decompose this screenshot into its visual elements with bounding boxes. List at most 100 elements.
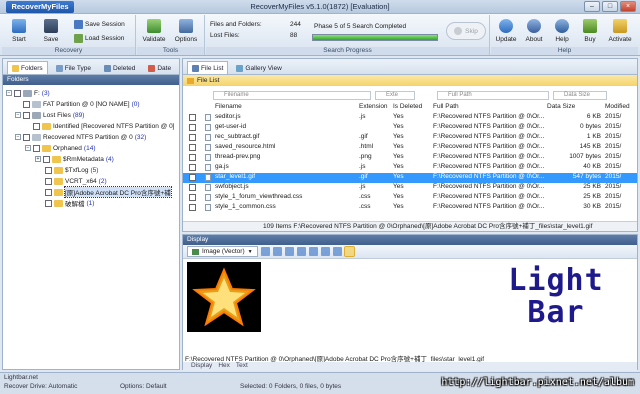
table-row[interactable]: style_1_forum_viewthread.css .css Yes F:\Re… xyxy=(183,193,637,203)
tree-checkbox[interactable] xyxy=(43,155,50,163)
tree-checkbox[interactable] xyxy=(45,177,52,185)
activate-button[interactable]: Activate xyxy=(605,17,635,47)
tree-item-txflog[interactable]: $TxfLog (5) xyxy=(45,165,98,175)
tree-item-identified[interactable]: Identified [Recovered NTFS Partition @ 0… xyxy=(33,121,175,131)
collapse-icon[interactable]: − xyxy=(15,134,21,140)
tree-item-orphaned[interactable]: − Orphaned (14) xyxy=(25,143,95,153)
about-button[interactable]: About xyxy=(521,17,547,47)
table-row[interactable]: swfobject.js .js Yes F:\Recovered NTFS Part… xyxy=(183,183,637,193)
tab-text[interactable]: Text xyxy=(236,362,248,371)
rotate-right-icon[interactable] xyxy=(308,247,318,256)
zoom-fit-icon[interactable] xyxy=(284,247,294,256)
row-checkbox[interactable] xyxy=(189,194,196,201)
tree-label: Orphaned xyxy=(53,144,82,152)
load-session-label: Load Session xyxy=(85,35,125,42)
tree-item-rmmetadata[interactable]: + $RmMetadata (4) xyxy=(35,154,114,164)
tree-item-fat-partition[interactable]: FAT Partition @ 0 [NO NAME] (0) xyxy=(23,99,140,109)
tab-folders[interactable]: Folders xyxy=(7,61,48,74)
table-row[interactable]: style_1_common.css .css Yes F:\Recovered NT… xyxy=(183,203,637,213)
start-button[interactable]: Start xyxy=(6,17,32,47)
tree-checkbox[interactable] xyxy=(23,100,30,108)
tab-hex[interactable]: Hex xyxy=(218,362,230,371)
row-checkbox[interactable] xyxy=(189,114,196,121)
tab-deleted[interactable]: Deleted xyxy=(99,61,140,74)
table-row[interactable]: star_level1.gif .gif Yes F:\Recovered NTFS … xyxy=(183,173,637,183)
skip-button[interactable]: Skip xyxy=(446,22,486,40)
row-checkbox[interactable] xyxy=(189,124,196,131)
chevron-down-icon: ▼ xyxy=(247,248,253,255)
collapse-icon[interactable]: − xyxy=(15,112,21,118)
minimize-button[interactable]: – xyxy=(584,1,600,12)
collapse-icon[interactable]: − xyxy=(6,90,12,96)
view-mode-select[interactable]: Image (Vector) ▼ xyxy=(187,246,258,257)
file-icon xyxy=(205,184,211,191)
rotate-left-icon[interactable] xyxy=(296,247,306,256)
row-checkbox[interactable] xyxy=(189,164,196,171)
tree-count: (4) xyxy=(105,155,114,163)
tree-checkbox[interactable] xyxy=(45,199,52,207)
full-path-filter[interactable]: Full Path xyxy=(437,90,549,100)
file-icon xyxy=(205,144,211,151)
row-checkbox[interactable] xyxy=(189,144,196,151)
filename-filter[interactable]: Filename xyxy=(213,90,371,100)
tree-item-ntfs-partition[interactable]: − Recovered NTFS Partition @ 0 (32) xyxy=(15,132,146,142)
tab-file-list[interactable]: File List xyxy=(187,61,229,74)
zoom-out-icon[interactable] xyxy=(272,247,282,256)
buy-button[interactable]: Buy xyxy=(577,17,603,47)
tab-gallery-view[interactable]: Gallery View xyxy=(231,61,286,74)
tab-gallery-label: Gallery View xyxy=(245,64,282,72)
collapse-icon[interactable]: − xyxy=(25,145,31,151)
table-row[interactable]: ga.js .js Yes F:\Recovered NTFS Partition @… xyxy=(183,163,637,173)
tree-item-adobe-acrobat[interactable]: [原]Adobe Acrobat DC Pro含序號+補 xyxy=(45,186,172,198)
ribbon: Start Save Save Session Load Session Rec… xyxy=(0,14,640,56)
expand-icon[interactable]: + xyxy=(35,156,41,162)
tree-checkbox[interactable] xyxy=(14,89,21,97)
flip-icon[interactable] xyxy=(320,247,330,256)
tree-checkbox[interactable] xyxy=(45,166,52,174)
tree-item-drive[interactable]: − F: (3) xyxy=(6,88,50,98)
column-extension[interactable]: Extension xyxy=(359,103,388,112)
table-row[interactable]: saved_resource.html .html Yes F:\Recovered … xyxy=(183,143,637,153)
tree-checkbox[interactable] xyxy=(33,144,40,152)
tree-item-crack[interactable]: 破解檔 (1) xyxy=(45,198,94,208)
table-row[interactable]: rec_subtract.gif .gif Yes F:\Recovered NTFS… xyxy=(183,133,637,143)
move-icon[interactable] xyxy=(332,247,342,256)
column-filename[interactable]: Filename xyxy=(215,103,242,112)
actual-size-icon[interactable] xyxy=(343,246,355,257)
tab-date[interactable]: Date xyxy=(143,61,176,74)
close-button[interactable]: × xyxy=(620,1,636,12)
table-row[interactable]: get-user-id Yes F:\Recovered NTFS Partitio… xyxy=(183,123,637,133)
extension-filter[interactable]: Exte xyxy=(375,90,415,100)
tree-checkbox[interactable] xyxy=(45,188,52,196)
tab-display[interactable]: Display xyxy=(191,362,212,371)
table-row[interactable]: thread-prev.png .png Yes F:\Recovered NTFS … xyxy=(183,153,637,163)
column-full-path[interactable]: Full Path xyxy=(433,103,459,112)
row-checkbox[interactable] xyxy=(189,184,196,191)
folder-icon xyxy=(42,144,51,152)
tree-checkbox[interactable] xyxy=(23,111,30,119)
table-cell: 25 KB xyxy=(583,183,601,190)
column-data-size[interactable]: Data Size xyxy=(547,103,575,112)
tree-checkbox[interactable] xyxy=(33,122,40,130)
save-button[interactable]: Save xyxy=(38,17,64,47)
options-button[interactable]: Options xyxy=(173,17,199,47)
row-checkbox[interactable] xyxy=(189,134,196,141)
row-checkbox[interactable] xyxy=(189,154,196,161)
tree-checkbox[interactable] xyxy=(23,133,30,141)
table-row[interactable]: seditor.js .js Yes F:\Recovered NTFS Partit… xyxy=(183,113,637,123)
column-is-deleted[interactable]: Is Deleted xyxy=(393,103,422,112)
tab-file-type[interactable]: File Type xyxy=(51,61,96,74)
save-session-button[interactable]: Save Session xyxy=(74,19,125,30)
tree-item-vcrt[interactable]: VCRT_x64 (2) xyxy=(45,176,107,186)
row-checkbox[interactable] xyxy=(189,174,196,181)
maximize-button[interactable]: □ xyxy=(602,1,618,12)
validate-button[interactable]: Validate xyxy=(141,17,167,47)
column-modified[interactable]: Modified xyxy=(605,103,630,112)
help-button[interactable]: Help xyxy=(549,17,575,47)
data-size-filter[interactable]: Data Size xyxy=(553,90,607,100)
update-button[interactable]: Update xyxy=(493,17,519,47)
load-session-button[interactable]: Load Session xyxy=(74,33,124,44)
tree-item-lost-files[interactable]: − Lost Files (89) xyxy=(15,110,84,120)
row-checkbox[interactable] xyxy=(189,204,196,211)
zoom-in-icon[interactable] xyxy=(260,247,270,256)
